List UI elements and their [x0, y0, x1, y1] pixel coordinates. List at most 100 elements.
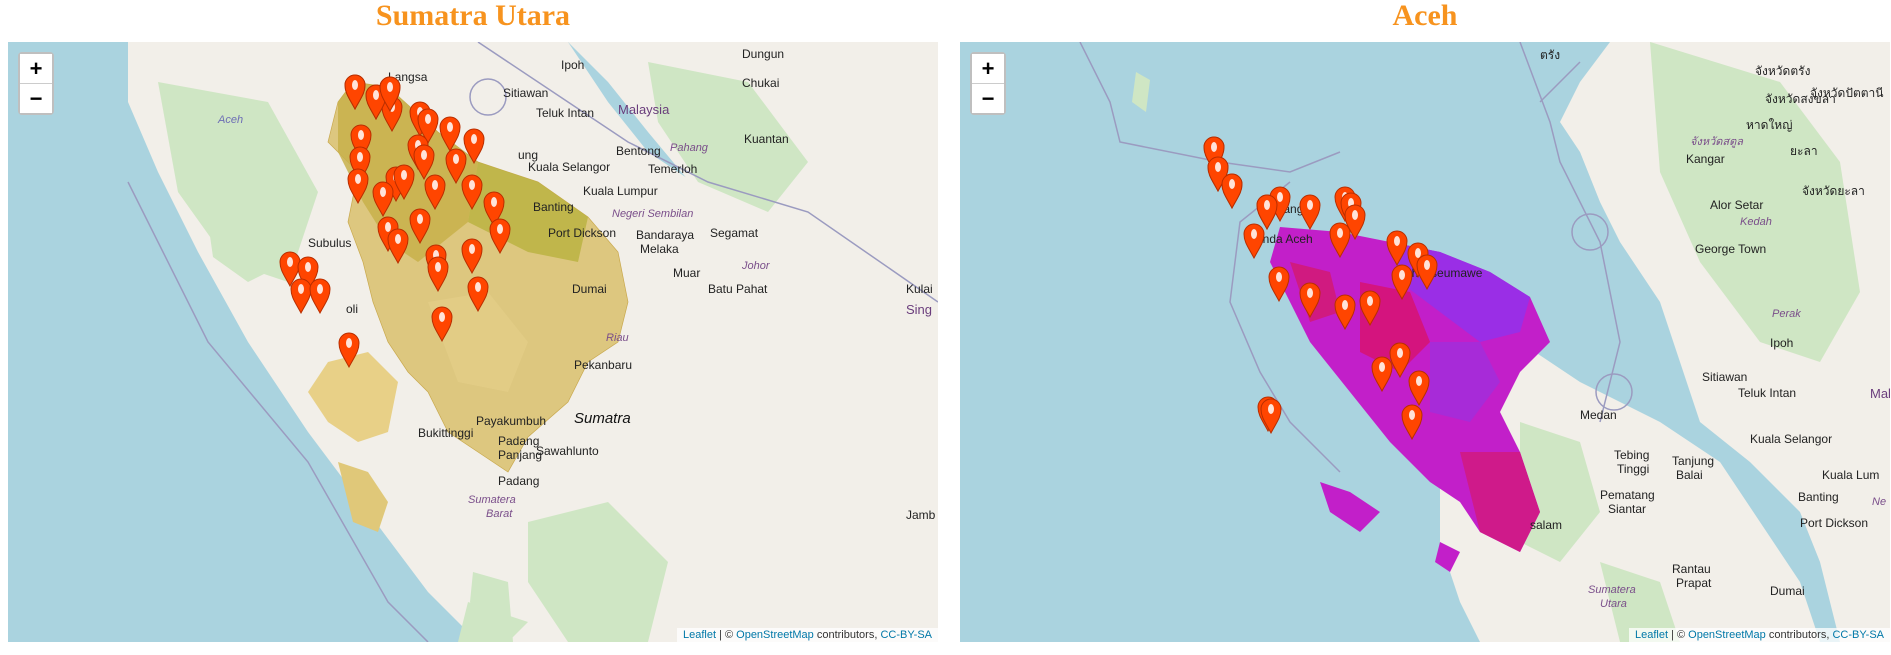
place-label: Banting — [1798, 490, 1839, 504]
map-panel-sumatra-utara: Sumatra Utara Aceh Langsa Ipoh Dungun Ch… — [8, 0, 938, 655]
location-marker-icon[interactable] — [439, 116, 461, 152]
location-marker-icon[interactable] — [1359, 290, 1381, 326]
location-marker-icon[interactable] — [461, 238, 483, 274]
place-label: Bentong — [616, 144, 661, 158]
leaflet-link[interactable]: Leaflet — [1635, 629, 1668, 641]
location-marker-icon[interactable] — [467, 276, 489, 312]
place-label: Temerloh — [648, 162, 698, 176]
map-panel-aceh: Aceh ตรัง จังหวัดตรัง จังหวัดสงขลา จังหว… — [960, 0, 1890, 655]
place-label: Kuala Lumpur — [583, 184, 658, 198]
place-label: Padang — [498, 434, 540, 448]
location-marker-icon[interactable] — [1391, 264, 1413, 300]
place-label: Dumai — [572, 282, 607, 296]
location-marker-icon[interactable] — [1256, 194, 1278, 230]
leaflet-link[interactable]: Leaflet — [683, 629, 716, 641]
zoom-in-button[interactable]: + — [972, 54, 1004, 83]
location-marker-icon[interactable] — [393, 164, 415, 200]
place-label: Negeri Sembilan — [612, 208, 694, 220]
location-marker-icon[interactable] — [338, 332, 360, 368]
attribution: Leaflet | © OpenStreetMap contributors, … — [676, 628, 938, 642]
place-label: Sumatera — [468, 494, 516, 506]
place-label: Dumai — [1770, 584, 1805, 598]
place-label: Perak — [1772, 308, 1801, 320]
place-label: จังหวัดสตูล — [1690, 136, 1743, 148]
location-marker-icon[interactable] — [379, 76, 401, 112]
license-link[interactable]: CC-BY-SA — [880, 629, 932, 641]
location-marker-icon[interactable] — [1221, 173, 1243, 209]
location-marker-icon[interactable] — [309, 278, 331, 314]
location-marker-icon[interactable] — [1268, 266, 1290, 302]
zoom-control: + − — [970, 52, 1006, 115]
location-marker-icon[interactable] — [424, 174, 446, 210]
location-marker-icon[interactable] — [1408, 370, 1430, 406]
location-marker-icon[interactable] — [347, 168, 369, 204]
location-marker-icon[interactable] — [372, 181, 394, 217]
place-label: Melaka — [640, 242, 679, 256]
place-label: Payakumbuh — [476, 414, 547, 428]
location-marker-icon[interactable] — [1371, 356, 1393, 392]
location-marker-icon[interactable] — [1260, 398, 1282, 434]
place-label: Kangar — [1686, 152, 1725, 166]
place-label: Ne — [1872, 496, 1887, 508]
place-label: Batu Pahat — [708, 282, 768, 296]
location-marker-icon[interactable] — [1401, 404, 1423, 440]
license-link[interactable]: CC-BY-SA — [1832, 629, 1884, 641]
location-marker-icon[interactable] — [1329, 222, 1351, 258]
zoom-out-button[interactable]: − — [972, 83, 1004, 113]
place-label: Johor — [742, 260, 770, 272]
place-label: Jamb — [906, 508, 936, 522]
place-label: Kuala Selangor — [1750, 432, 1833, 446]
location-marker-icon[interactable] — [1386, 230, 1408, 266]
place-label: Bandaraya — [636, 228, 695, 242]
location-marker-icon[interactable] — [489, 218, 511, 254]
attribution-contributors: contributors, — [813, 629, 881, 641]
place-label: Port Dickson — [548, 226, 617, 240]
place-label: salam — [1530, 518, 1563, 532]
place-label: Padang — [498, 474, 540, 488]
place-label: จังหวัดตรัง — [1755, 64, 1811, 78]
place-label: Subulus — [308, 236, 352, 250]
map-canvas[interactable]: ตรัง จังหวัดตรัง จังหวัดสงขลา จังหวัดปัต… — [960, 42, 1890, 642]
location-marker-icon[interactable] — [1299, 194, 1321, 230]
place-label: Ipoh — [561, 58, 585, 72]
place-label: Balai — [1676, 468, 1703, 482]
place-label: Pahang — [670, 142, 708, 154]
place-label: Banting — [533, 200, 574, 214]
place-label: ยะลา — [1790, 144, 1818, 158]
zoom-control: + − — [18, 52, 54, 115]
place-label: Utara — [1600, 598, 1627, 610]
place-label: Sawahlunto — [536, 444, 599, 458]
place-label: ตรัง — [1540, 48, 1561, 62]
location-marker-icon[interactable] — [1299, 282, 1321, 318]
place-label: Chukai — [742, 76, 780, 90]
location-marker-icon[interactable] — [427, 256, 449, 292]
location-marker-icon[interactable] — [1334, 294, 1356, 330]
place-label: Kuantan — [744, 132, 789, 146]
place-label: Kuala Selangor — [528, 160, 611, 174]
location-marker-icon[interactable] — [461, 174, 483, 210]
place-label: Sumatera — [1588, 584, 1636, 596]
place-label: Port Dickson — [1800, 516, 1869, 530]
place-label: Segamat — [710, 226, 759, 240]
place-label: Muar — [673, 266, 701, 280]
place-label: ung — [518, 148, 539, 162]
place-label: Tinggi — [1617, 462, 1650, 476]
map-title: Sumatra Utara — [375, 0, 571, 32]
place-label: George Town — [1695, 242, 1767, 256]
osm-link[interactable]: OpenStreetMap — [736, 629, 814, 641]
osm-link[interactable]: OpenStreetMap — [1688, 629, 1766, 641]
zoom-out-button[interactable]: − — [20, 83, 52, 113]
location-marker-icon[interactable] — [387, 228, 409, 264]
map-title: Aceh — [1392, 0, 1458, 32]
location-marker-icon[interactable] — [409, 208, 431, 244]
map-canvas[interactable]: Aceh Langsa Ipoh Dungun Chukai Sitiawan … — [8, 42, 938, 642]
place-label: Pematang — [1600, 488, 1655, 502]
location-marker-icon[interactable] — [344, 74, 366, 110]
location-marker-icon[interactable] — [1416, 254, 1438, 290]
location-marker-icon[interactable] — [431, 306, 453, 342]
place-label: Medan — [1580, 408, 1617, 422]
zoom-in-button[interactable]: + — [20, 54, 52, 83]
place-label: oli — [346, 302, 359, 316]
place-label: จังหวัดยะลา — [1802, 184, 1865, 198]
place-label: Siantar — [1608, 502, 1647, 516]
